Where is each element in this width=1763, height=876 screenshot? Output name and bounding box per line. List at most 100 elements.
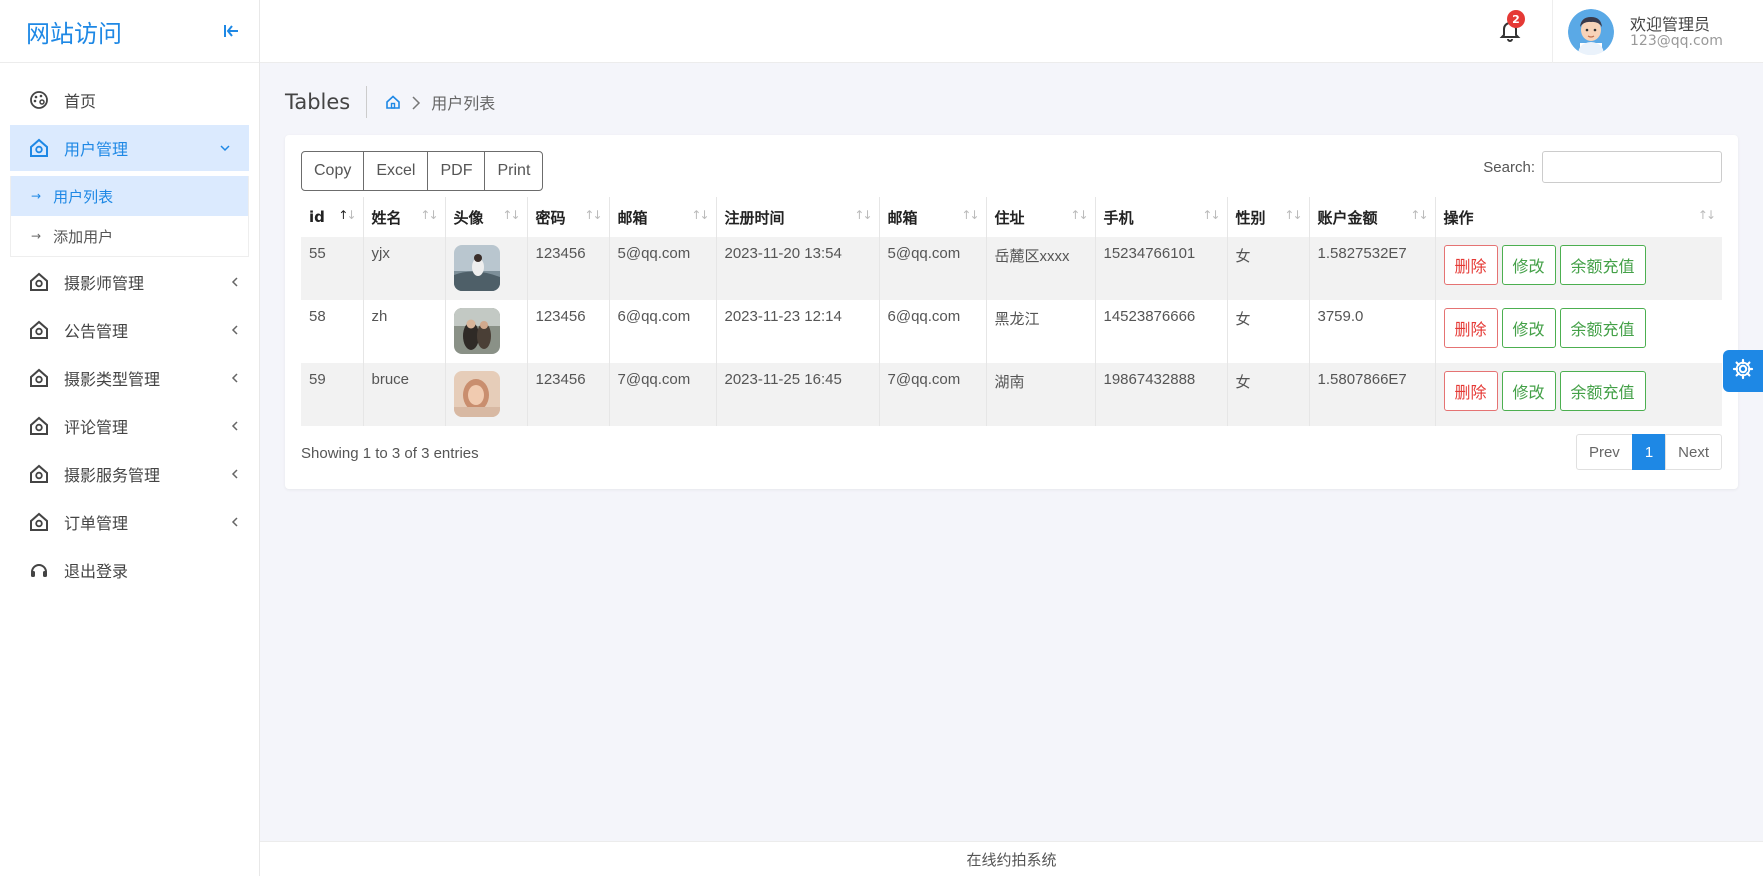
column-header-avatar[interactable]: 头像 ↑↓ xyxy=(444,197,527,237)
delete-button[interactable]: 删除 xyxy=(1443,308,1498,348)
excel-button[interactable]: Excel xyxy=(363,151,429,191)
edit-button[interactable]: 修改 xyxy=(1501,245,1556,285)
column-header-password[interactable]: 密码 ↑↓ xyxy=(526,197,609,237)
brand-title[interactable]: 网站访问 xyxy=(26,14,122,49)
search-input[interactable] xyxy=(1542,151,1722,183)
cell-name: yjx xyxy=(362,237,445,300)
cell-email-2: 6@qq.com xyxy=(878,300,986,363)
cell-id: 55 xyxy=(301,237,363,300)
sidebar-item-photo-type-management[interactable]: 摄影类型管理 xyxy=(0,355,259,401)
column-header-reg-time[interactable]: 注册时间 ↑↓ xyxy=(715,197,879,237)
user-table: id ↑↓ 姓名 ↑↓ 头像 ↑↓ 密码 ↑↓ 邮箱 ↑↓ 注册时间 ↑↓ 邮箱 ↑↓ 住址 ↑… xyxy=(301,197,1722,426)
sort-icon: ↑↓ xyxy=(691,208,709,222)
sort-icon: ↑↓ xyxy=(1202,208,1220,222)
copy-button[interactable]: Copy xyxy=(301,151,365,191)
sidebar-item-user-management[interactable]: 用户管理 xyxy=(10,125,249,171)
breadcrumb-home-icon[interactable] xyxy=(385,94,401,110)
pagination: Prev 1 Next xyxy=(1575,434,1722,470)
user-email: 123@qq.com xyxy=(1630,33,1723,49)
cell-gender: 女 xyxy=(1226,363,1309,426)
headset-icon xyxy=(28,559,50,581)
sidebar-item-announcement-management[interactable]: 公告管理 xyxy=(0,307,259,353)
sort-icon: ↑↓ xyxy=(961,208,979,222)
sidebar-item-label: 摄影师管理 xyxy=(64,274,145,293)
sidebar-item-label: 公告管理 xyxy=(64,322,129,341)
palette-icon xyxy=(28,89,50,111)
sidebar-item-home[interactable]: 首页 xyxy=(0,77,259,123)
page-heading: Tables 用户列表 xyxy=(285,85,495,119)
chevron-left-icon xyxy=(229,372,241,384)
user-management-submenu: → 用户列表 → 添加用户 xyxy=(10,176,249,257)
recharge-button[interactable]: 余额充值 xyxy=(1559,371,1646,411)
sidebar-subitem-add-user[interactable]: → 添加用户 xyxy=(11,216,248,256)
table-row: 55 yjx 123456 5@qq.com 2023-11-20 13:54 … xyxy=(301,237,1722,300)
top-bar: 2 欢迎管理员 123@qq.com xyxy=(260,0,1763,63)
cell-address: 岳麓区xxxx xyxy=(985,237,1095,300)
cell-balance: 1.5807866E7 xyxy=(1308,363,1435,426)
table-row: 58 zh 123456 6@qq.com 2023-11-23 12:14 6… xyxy=(301,300,1722,363)
row-actions: 删除 修改 余额充值 xyxy=(1443,371,1715,411)
collapse-sidebar-icon[interactable] xyxy=(221,21,241,41)
sort-icon: ↑↓ xyxy=(1410,208,1428,222)
column-header-gender[interactable]: 性别 ↑↓ xyxy=(1226,197,1309,237)
column-header-email-2[interactable]: 邮箱 ↑↓ xyxy=(878,197,986,237)
sidebar-item-comment-management[interactable]: 评论管理 xyxy=(0,403,259,449)
sort-icon: ↑↓ xyxy=(1070,208,1088,222)
sort-icon: ↑↓ xyxy=(1284,208,1302,222)
cell-password: 123456 xyxy=(526,363,609,426)
footer-text: 在线约拍系统 xyxy=(966,850,1057,869)
home-icon xyxy=(28,367,50,389)
delete-button[interactable]: 删除 xyxy=(1443,371,1498,411)
sort-icon: ↑↓ xyxy=(584,208,602,222)
sidebar-item-label: 摄影服务管理 xyxy=(64,466,161,485)
cell-actions: 删除 修改 余额充值 xyxy=(1434,363,1722,426)
row-actions: 删除 修改 余额充值 xyxy=(1443,308,1715,348)
cell-reg-time: 2023-11-20 13:54 xyxy=(715,237,879,300)
prev-page-button[interactable]: Prev xyxy=(1575,434,1633,470)
sidebar-item-photographer-management[interactable]: 摄影师管理 xyxy=(0,259,259,305)
cell-actions: 删除 修改 余额充值 xyxy=(1434,300,1722,363)
recharge-button[interactable]: 余额充值 xyxy=(1559,245,1646,285)
cell-phone: 15234766101 xyxy=(1094,237,1227,300)
column-header-address[interactable]: 住址 ↑↓ xyxy=(985,197,1095,237)
print-button[interactable]: Print xyxy=(484,151,544,191)
sidebar-item-label: 退出登录 xyxy=(64,562,129,581)
cell-name: bruce xyxy=(362,363,445,426)
sidebar-item-order-management[interactable]: 订单管理 xyxy=(0,499,259,545)
cell-avatar xyxy=(444,300,527,363)
home-icon xyxy=(28,137,50,159)
column-header-email[interactable]: 邮箱 ↑↓ xyxy=(608,197,716,237)
column-header-id[interactable]: id ↑↓ xyxy=(301,197,363,237)
cell-address: 湖南 xyxy=(985,363,1095,426)
cell-balance: 3759.0 xyxy=(1308,300,1435,363)
home-icon xyxy=(28,271,50,293)
export-button-group: Copy Excel PDF Print xyxy=(301,151,544,191)
settings-button[interactable] xyxy=(1723,350,1763,392)
edit-button[interactable]: 修改 xyxy=(1501,371,1556,411)
sidebar-item-photo-service-management[interactable]: 摄影服务管理 xyxy=(0,451,259,497)
pdf-button[interactable]: PDF xyxy=(427,151,486,191)
next-page-button[interactable]: Next xyxy=(1665,434,1722,470)
sidebar-item-label: 首页 xyxy=(64,92,97,111)
avatar[interactable] xyxy=(1568,9,1614,55)
cell-id: 59 xyxy=(301,363,363,426)
edit-button[interactable]: 修改 xyxy=(1501,308,1556,348)
cell-email-2: 5@qq.com xyxy=(878,237,986,300)
table-row: 59 bruce 123456 7@qq.com 2023-11-25 16:4… xyxy=(301,363,1722,426)
sidebar-subitem-label: 用户列表 xyxy=(53,187,114,206)
cell-reg-time: 2023-11-25 16:45 xyxy=(715,363,879,426)
recharge-button[interactable]: 余额充值 xyxy=(1559,308,1646,348)
user-photo xyxy=(453,308,500,354)
page-1-button[interactable]: 1 xyxy=(1631,434,1667,470)
sidebar-subitem-user-list[interactable]: → 用户列表 xyxy=(11,176,248,216)
delete-button[interactable]: 删除 xyxy=(1443,245,1498,285)
sidebar-item-logout[interactable]: 退出登录 xyxy=(0,547,259,593)
breadcrumb-current: 用户列表 xyxy=(431,94,496,113)
column-header-balance[interactable]: 账户金额 ↑↓ xyxy=(1308,197,1435,237)
column-header-actions[interactable]: 操作 ↑↓ xyxy=(1434,197,1722,237)
table-card: Copy Excel PDF Print Search: id ↑↓ 姓名 ↑↓ 头… xyxy=(285,135,1738,489)
column-header-name[interactable]: 姓名 ↑↓ xyxy=(362,197,445,237)
sidebar-menu: 首页 用户管理 → 用户列表 → 添加用户 摄影师管理 公告管理 摄影类型管理 … xyxy=(0,63,259,593)
column-header-phone[interactable]: 手机 ↑↓ xyxy=(1094,197,1227,237)
cell-avatar xyxy=(444,237,527,300)
